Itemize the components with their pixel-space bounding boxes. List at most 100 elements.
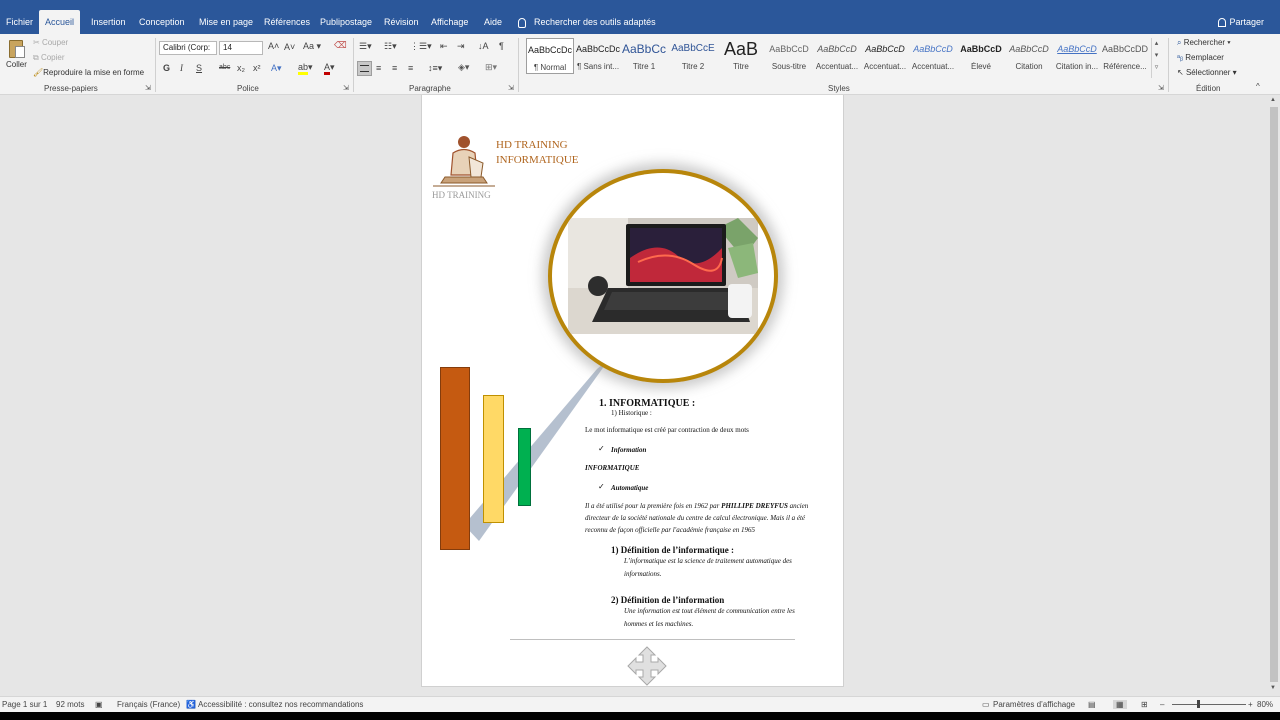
font-color-button[interactable]: A▾	[324, 62, 335, 75]
bold-button[interactable]: G	[163, 63, 170, 73]
page-count[interactable]: Page 1 sur 1	[2, 700, 47, 709]
paragraph-history-line2[interactable]: directeur de la société nationale du cen…	[585, 514, 805, 522]
style-quote[interactable]: AaBbCcD Citation	[1005, 38, 1053, 74]
dialog-launcher-icon[interactable]: ⇲	[508, 84, 514, 92]
style-reference[interactable]: AaBbCcDD Référence...	[1101, 38, 1149, 74]
display-settings[interactable]: Paramètres d’affichage	[993, 700, 1075, 709]
paste-label[interactable]: Coller	[6, 60, 27, 69]
zoom-slider-thumb[interactable]	[1197, 700, 1200, 708]
zoom-level[interactable]: 80%	[1257, 700, 1273, 709]
font-name-combo[interactable]: Calibri (Corp:	[159, 41, 217, 55]
justify-icon[interactable]: ≡	[408, 63, 413, 73]
bullet-information[interactable]: Information	[611, 446, 646, 454]
text-effects-icon[interactable]: A▾	[271, 63, 282, 74]
tab-mise-en-page[interactable]: Mise en page	[193, 10, 259, 34]
subheading-historique[interactable]: 1) Historique :	[611, 409, 652, 417]
bullet-automatique[interactable]: Automatique	[611, 484, 648, 492]
styles-scroll[interactable]: ▴ ▾ ▿	[1151, 38, 1161, 78]
collapse-ribbon-icon[interactable]: ^	[1256, 82, 1260, 91]
definition-1-line1[interactable]: L’informatique est la science de traitem…	[624, 557, 792, 565]
style-strong[interactable]: AaBbCcD Élevé	[957, 38, 1005, 74]
definition-2-title[interactable]: 2) Définition de l’information	[611, 595, 724, 605]
grow-font-icon[interactable]: A˄	[268, 41, 279, 51]
borders-icon[interactable]: ⊞▾	[485, 62, 497, 73]
dialog-launcher-icon[interactable]: ⇲	[1158, 84, 1164, 92]
scroll-down-icon[interactable]: ▼	[1270, 685, 1276, 691]
accessibility-status[interactable]: Accessibilité : consultez nos recommanda…	[198, 700, 363, 709]
style-heading-1[interactable]: AaBbCc Titre 1	[620, 38, 668, 74]
style-heading-2[interactable]: AaBbCcE Titre 2	[669, 38, 717, 74]
read-mode-icon[interactable]: ▤	[1088, 700, 1096, 709]
tab-fichier[interactable]: Fichier	[0, 10, 39, 34]
pilcrow-icon[interactable]: ¶	[499, 41, 504, 51]
style-normal[interactable]: AaBbCcDc ¶ Normal	[526, 38, 574, 74]
line-spacing-icon[interactable]: ↕≡▾	[428, 63, 442, 74]
vertical-scrollbar[interactable]: ▲ ▼	[1268, 95, 1280, 696]
bullets-icon[interactable]: ☰▾	[359, 41, 372, 52]
scroll-up-icon[interactable]: ▲	[1270, 97, 1276, 103]
underline-button[interactable]: S	[196, 63, 202, 73]
combined-word[interactable]: INFORMATIQUE	[585, 464, 639, 472]
cut-button[interactable]: ✂ Couper	[33, 38, 68, 47]
tab-insertion[interactable]: Insertion	[85, 10, 132, 34]
style-emphasis[interactable]: AaBbCcD Accentuat...	[861, 38, 909, 74]
paragraph-history-line3[interactable]: reconnu de façon officielle par l'académ…	[585, 526, 755, 534]
chevron-up-icon[interactable]: ▴	[1152, 38, 1161, 50]
tab-references[interactable]: Références	[258, 10, 316, 34]
tab-revision[interactable]: Révision	[378, 10, 425, 34]
subscript-button[interactable]: x₂	[237, 63, 245, 73]
tell-me-search[interactable]: Rechercher des outils adaptés	[518, 10, 656, 34]
more-icon[interactable]: ▿	[1152, 62, 1161, 74]
scroll-thumb[interactable]	[1270, 107, 1278, 682]
style-title[interactable]: AaB Titre	[717, 38, 765, 74]
tab-conception[interactable]: Conception	[133, 10, 191, 34]
shrink-font-icon[interactable]: A˅	[284, 42, 295, 52]
sort-icon[interactable]: ↓A	[478, 41, 489, 51]
align-center-icon[interactable]: ≡	[376, 63, 381, 73]
heading-informatique[interactable]: 1. INFORMATIQUE :	[599, 398, 695, 409]
superscript-button[interactable]: x²	[253, 63, 261, 73]
shading-icon[interactable]: ◈▾	[458, 62, 469, 73]
align-left-button[interactable]	[357, 61, 372, 76]
web-layout-icon[interactable]: ⊞	[1141, 700, 1148, 709]
format-painter-button[interactable]: 🖌Reproduire la mise en forme	[33, 68, 144, 77]
proofing-icon[interactable]: ▣	[95, 700, 103, 709]
print-layout-icon[interactable]: ▦	[1113, 700, 1127, 709]
definition-2-line1[interactable]: Une information est tout élément de comm…	[624, 607, 795, 615]
word-count[interactable]: 92 mots	[56, 700, 84, 709]
copy-button[interactable]: ⧉ Copier	[33, 53, 65, 63]
style-subtitle[interactable]: AaBbCcD Sous-titre	[765, 38, 813, 74]
style-no-spacing[interactable]: AaBbCcDc ¶ Sans int...	[574, 38, 622, 74]
numbering-icon[interactable]: ☷▾	[384, 41, 397, 52]
increase-indent-icon[interactable]: ⇥	[457, 41, 465, 52]
tab-affichage[interactable]: Affichage	[425, 10, 474, 34]
font-size-combo[interactable]: 14	[219, 41, 263, 55]
zoom-out-icon[interactable]: –	[1160, 700, 1164, 709]
decrease-indent-icon[interactable]: ⇤	[440, 41, 448, 52]
tab-accueil[interactable]: Accueil	[39, 10, 81, 34]
language[interactable]: Français (France)	[117, 700, 180, 709]
select-button[interactable]: ↖ Sélectionner ▾	[1177, 68, 1237, 77]
definition-1-title[interactable]: 1) Définition de l’informatique :	[611, 545, 734, 555]
tab-publipostage[interactable]: Publipostage	[314, 10, 378, 34]
share-button[interactable]: Partager	[1218, 10, 1264, 34]
clear-format-icon[interactable]: ⌫	[334, 40, 347, 51]
definition-1-line2[interactable]: informations.	[624, 570, 662, 578]
align-right-icon[interactable]: ≡	[392, 63, 397, 73]
find-button[interactable]: ⌕ Rechercher ▾	[1177, 38, 1231, 48]
definition-2-line2[interactable]: hommes et les machines.	[624, 620, 693, 628]
style-intense-emphasis[interactable]: AaBbCcD Accentuat...	[909, 38, 957, 74]
italic-button[interactable]: I	[180, 63, 183, 73]
replace-button[interactable]: ᵃᵦ Remplacer	[1177, 53, 1224, 62]
highlight-button[interactable]: ab▾	[298, 62, 313, 75]
zoom-in-icon[interactable]: +	[1248, 700, 1253, 709]
paragraph-intro[interactable]: Le mot informatique est créé par contrac…	[585, 426, 749, 434]
style-subtle-emphasis[interactable]: AaBbCcD Accentuat...	[813, 38, 861, 74]
zoom-slider[interactable]	[1172, 704, 1246, 705]
dialog-launcher-icon[interactable]: ⇲	[343, 84, 349, 92]
strikethrough-button[interactable]: abc	[219, 64, 230, 71]
change-case-button[interactable]: Aa ▾	[303, 41, 321, 52]
multilevel-list-icon[interactable]: ⋮☰▾	[410, 41, 432, 52]
tab-aide[interactable]: Aide	[478, 10, 508, 34]
document-page[interactable]: HD TRAINING INFORMATIQUE HD TRAINING 1. …	[421, 95, 844, 687]
